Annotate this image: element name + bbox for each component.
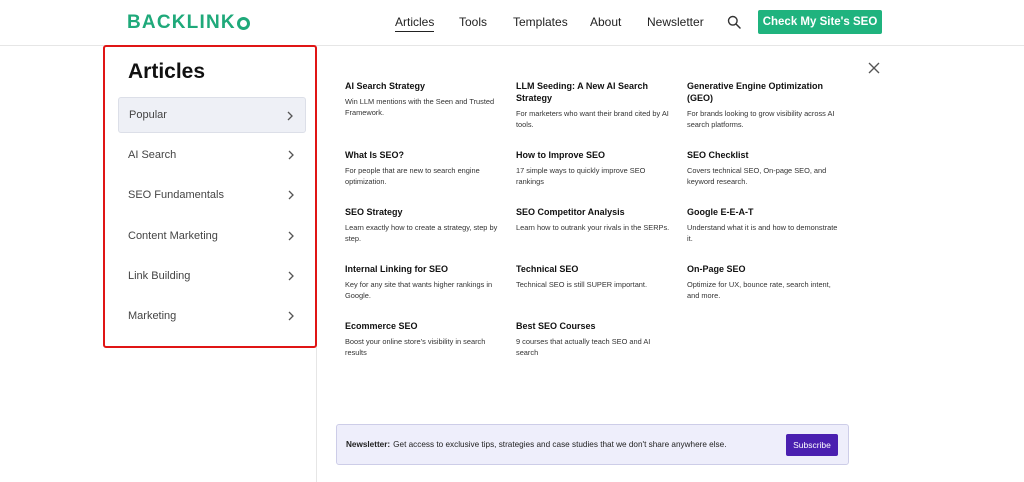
site-header: BACKLINK Articles Tools Templates About … bbox=[0, 0, 1024, 46]
article-card[interactable]: What Is SEO? For people that are new to … bbox=[345, 149, 503, 187]
article-card[interactable]: SEO Strategy Learn exactly how to create… bbox=[345, 206, 503, 244]
article-card[interactable]: How to Improve SEO 17 simple ways to qui… bbox=[516, 149, 674, 187]
article-title[interactable]: SEO Competitor Analysis bbox=[516, 206, 674, 218]
check-site-seo-button[interactable]: Check My Site's SEO bbox=[758, 10, 882, 34]
chevron-right-icon bbox=[288, 231, 294, 241]
article-card[interactable]: LLM Seeding: A New AI Search Strategy Fo… bbox=[516, 80, 674, 130]
sidebar-item-label: SEO Fundamentals bbox=[128, 189, 224, 201]
article-desc: Key for any site that wants higher ranki… bbox=[345, 280, 493, 300]
logo-text: BACKLINK bbox=[127, 12, 236, 33]
article-title[interactable]: Internal Linking for SEO bbox=[345, 263, 503, 275]
nav-articles[interactable]: Articles bbox=[395, 15, 435, 32]
article-card[interactable]: Internal Linking for SEO Key for any sit… bbox=[345, 263, 503, 301]
newsletter-text: Get access to exclusive tips, strategies… bbox=[393, 440, 727, 449]
nav-newsletter[interactable]: Newsletter bbox=[647, 15, 704, 29]
article-card[interactable]: Ecommerce SEO Boost your online store’s … bbox=[345, 320, 503, 358]
article-card[interactable]: SEO Competitor Analysis Learn how to out… bbox=[516, 206, 674, 234]
article-card[interactable]: Best SEO Courses 9 courses that actually… bbox=[516, 320, 674, 358]
sidebar-item-content-marketing[interactable]: Content Marketing bbox=[118, 218, 306, 254]
article-desc: Understand what it is and how to demonst… bbox=[687, 223, 838, 243]
sidebar-item-popular[interactable]: Popular bbox=[118, 97, 306, 133]
article-desc: For marketers who want their brand cited… bbox=[516, 109, 669, 129]
article-title[interactable]: LLM Seeding: A New AI Search Strategy bbox=[516, 80, 674, 104]
chevron-right-icon bbox=[288, 190, 294, 200]
article-title[interactable]: Technical SEO bbox=[516, 263, 674, 275]
article-title[interactable]: What Is SEO? bbox=[345, 149, 503, 161]
article-card[interactable]: Technical SEO Technical SEO is still SUP… bbox=[516, 263, 674, 291]
newsletter-banner: Newsletter: Get access to exclusive tips… bbox=[336, 424, 849, 465]
sidebar-item-label: Content Marketing bbox=[128, 230, 218, 242]
nav-templates[interactable]: Templates bbox=[513, 15, 568, 29]
article-title[interactable]: Generative Engine Optimization (GEO) bbox=[687, 80, 845, 104]
article-desc: Win LLM mentions with the Seen and Trust… bbox=[345, 97, 495, 117]
sidebar-item-label: Popular bbox=[129, 109, 167, 121]
nav-tools[interactable]: Tools bbox=[459, 15, 487, 29]
article-desc: 17 simple ways to quickly improve SEO ra… bbox=[516, 166, 646, 186]
article-desc: Learn exactly how to create a strategy, … bbox=[345, 223, 498, 243]
article-title[interactable]: AI Search Strategy bbox=[345, 80, 503, 92]
article-desc: Boost your online store’s visibility in … bbox=[345, 337, 486, 357]
article-desc: For brands looking to grow visibility ac… bbox=[687, 109, 835, 129]
article-title[interactable]: SEO Checklist bbox=[687, 149, 845, 161]
backlinko-logo[interactable]: BACKLINK bbox=[127, 12, 250, 34]
chevron-right-icon bbox=[288, 150, 294, 160]
article-card[interactable]: On-Page SEO Optimize for UX, bounce rate… bbox=[687, 263, 845, 301]
sidebar-item-ai-search[interactable]: AI Search bbox=[118, 137, 306, 173]
sidebar-item-marketing[interactable]: Marketing bbox=[118, 298, 306, 334]
article-title[interactable]: On-Page SEO bbox=[687, 263, 845, 275]
article-title[interactable]: Best SEO Courses bbox=[516, 320, 674, 332]
article-card[interactable]: Generative Engine Optimization (GEO) For… bbox=[687, 80, 845, 130]
newsletter-label: Newsletter: bbox=[346, 440, 391, 449]
article-desc: Learn how to outrank your rivals in the … bbox=[516, 223, 670, 232]
article-desc: Technical SEO is still SUPER important. bbox=[516, 280, 648, 289]
article-desc: For people that are new to search engine… bbox=[345, 166, 480, 186]
sidebar-item-seo-fundamentals[interactable]: SEO Fundamentals bbox=[118, 177, 306, 213]
article-desc: 9 courses that actually teach SEO and AI… bbox=[516, 337, 651, 357]
chevron-right-icon bbox=[288, 311, 294, 321]
sidebar-item-label: AI Search bbox=[128, 149, 177, 161]
search-icon[interactable] bbox=[727, 15, 741, 29]
nav-about[interactable]: About bbox=[590, 15, 621, 29]
article-desc: Covers technical SEO, On-page SEO, and k… bbox=[687, 166, 827, 186]
sidebar-item-label: Marketing bbox=[128, 310, 177, 322]
sidebar-item-label: Link Building bbox=[128, 270, 191, 282]
article-card[interactable]: AI Search Strategy Win LLM mentions with… bbox=[345, 80, 503, 118]
logo-o-ring bbox=[236, 16, 250, 30]
article-card[interactable]: Google E-E-A-T Understand what it is and… bbox=[687, 206, 845, 244]
article-desc: Optimize for UX, bounce rate, search int… bbox=[687, 280, 831, 300]
article-title[interactable]: SEO Strategy bbox=[345, 206, 503, 218]
article-title[interactable]: Ecommerce SEO bbox=[345, 320, 503, 332]
chevron-right-icon bbox=[288, 271, 294, 281]
close-icon[interactable] bbox=[868, 62, 880, 74]
subscribe-button[interactable]: Subscribe bbox=[786, 434, 838, 456]
sidebar-title: Articles bbox=[128, 60, 206, 83]
sidebar-item-link-building[interactable]: Link Building bbox=[118, 258, 306, 294]
article-card[interactable]: SEO Checklist Covers technical SEO, On-p… bbox=[687, 149, 845, 187]
article-title[interactable]: Google E-E-A-T bbox=[687, 206, 845, 218]
chevron-right-icon bbox=[287, 111, 293, 121]
article-title[interactable]: How to Improve SEO bbox=[516, 149, 674, 161]
